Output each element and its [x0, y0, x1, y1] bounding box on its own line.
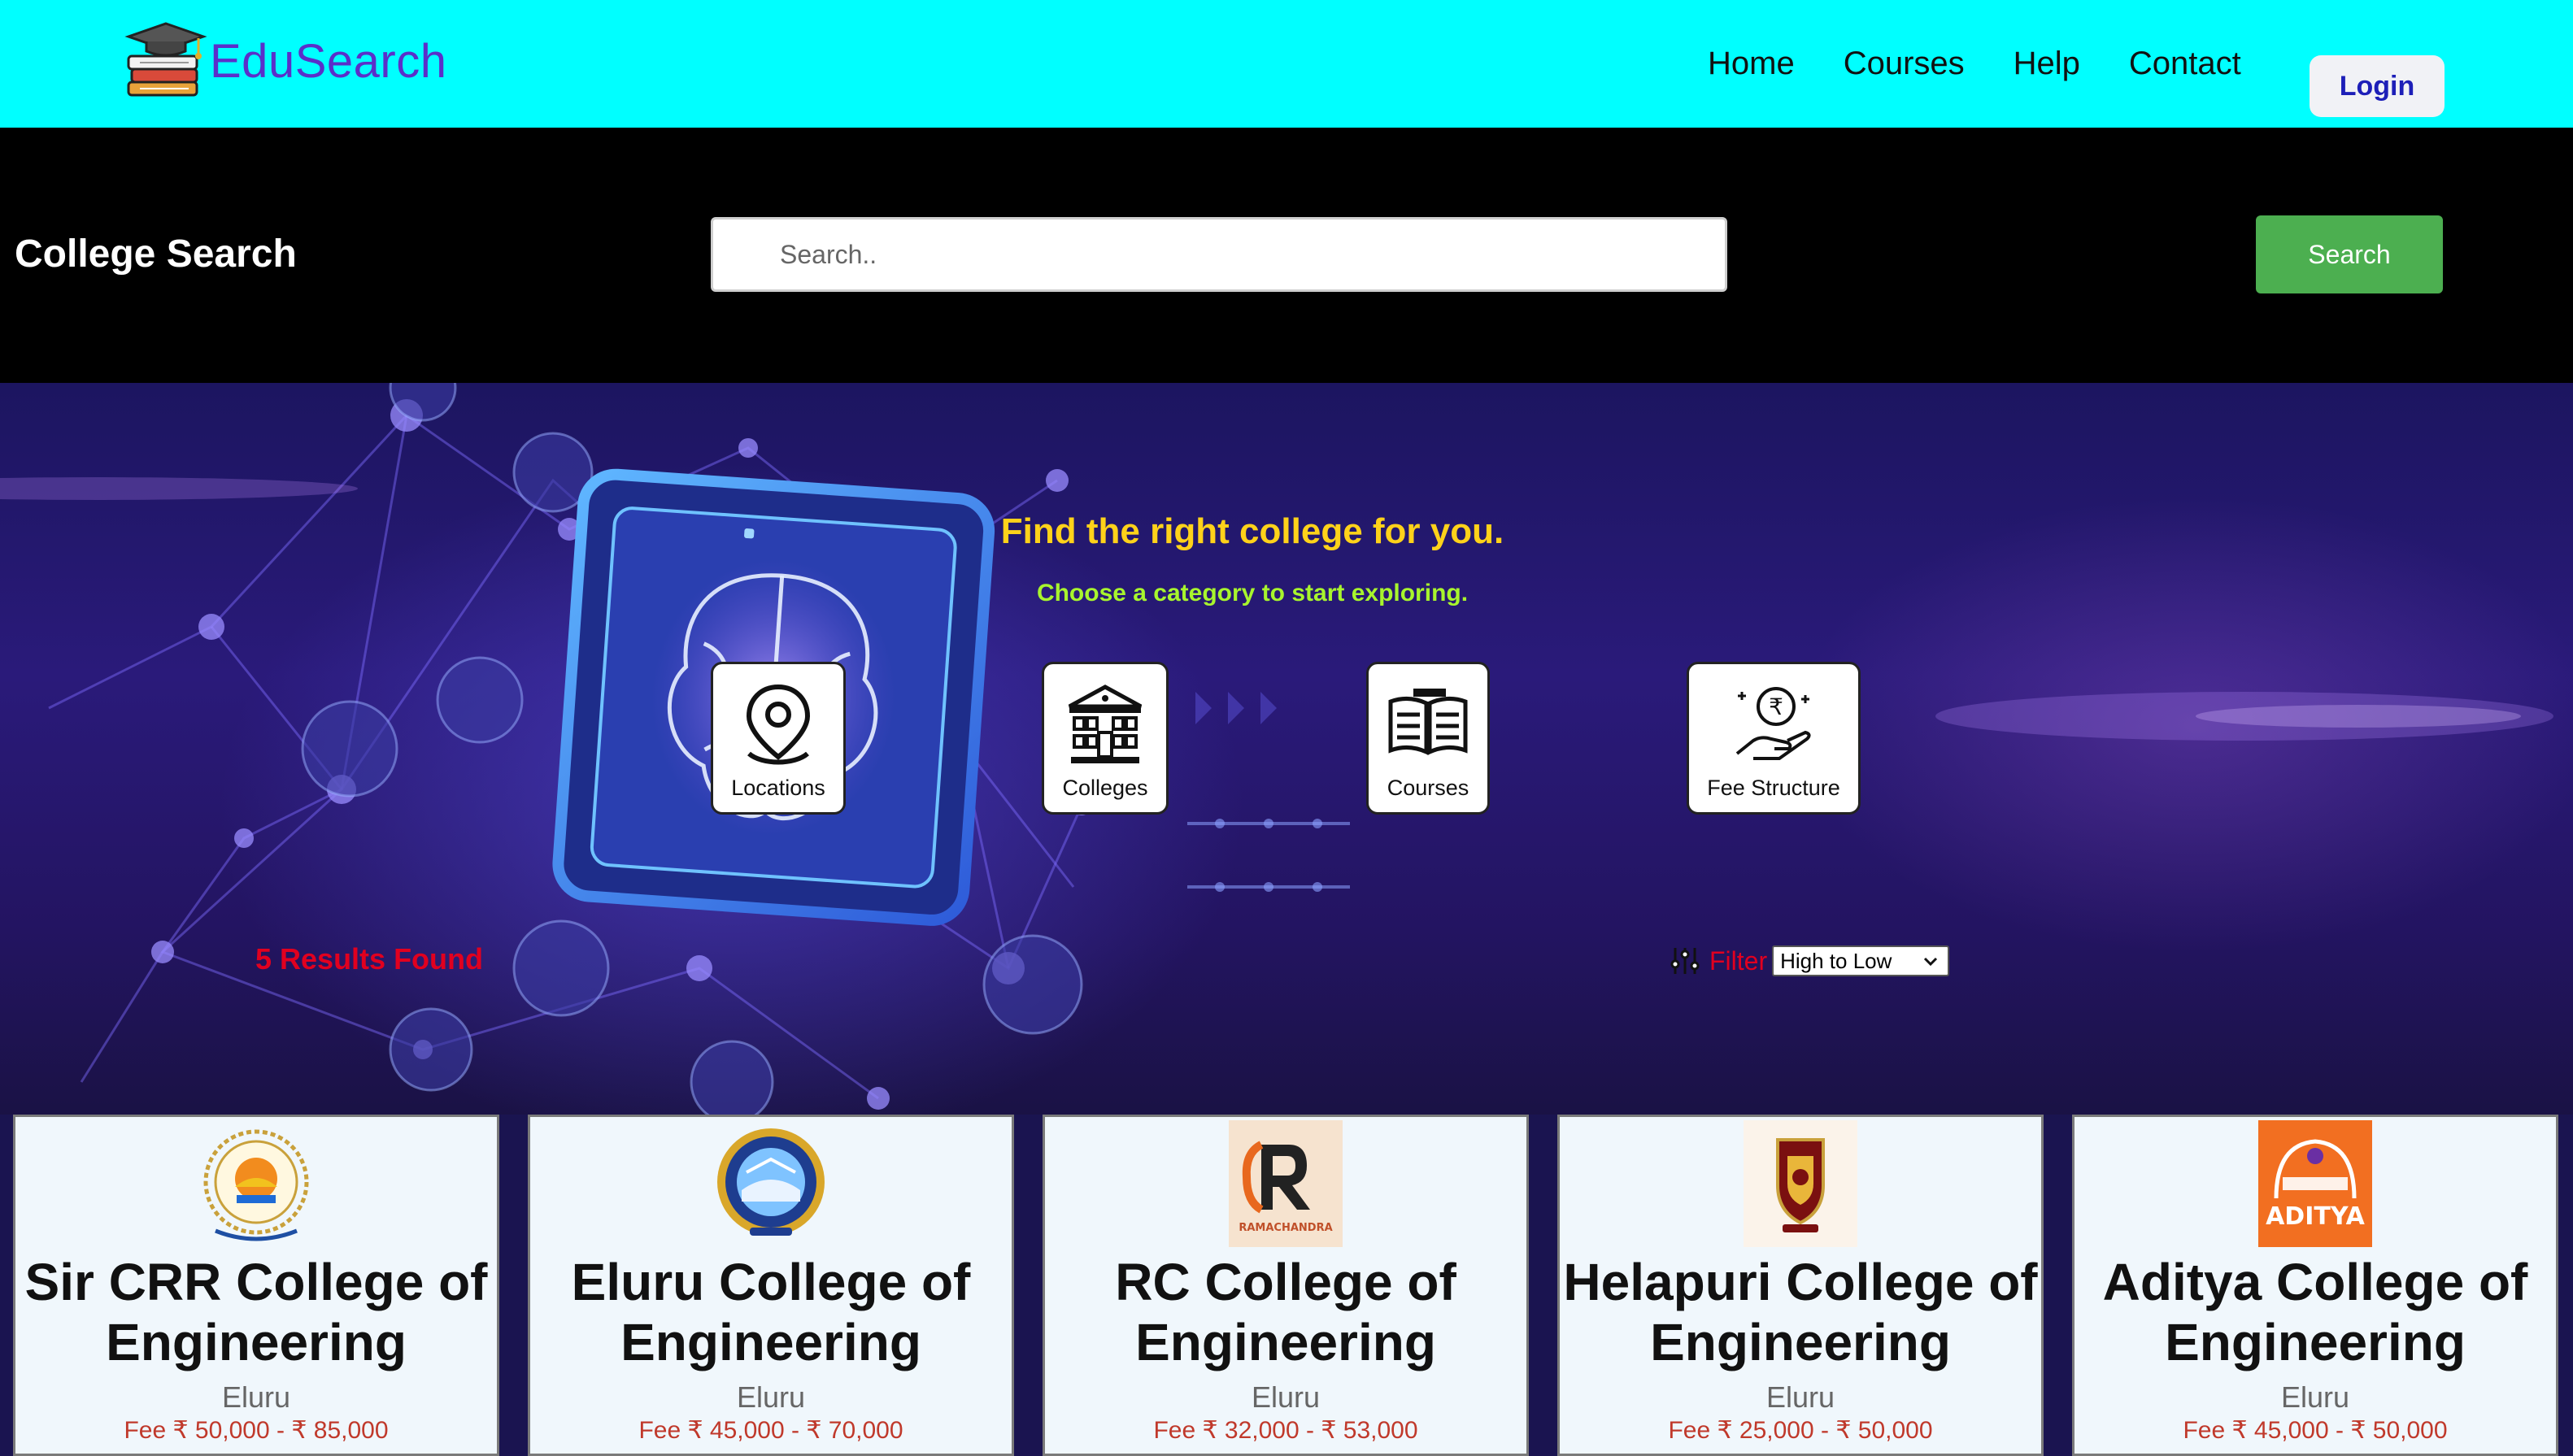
category-locations-label: Locations [731, 776, 825, 800]
category-courses-card[interactable]: Courses [1366, 662, 1490, 815]
search-title: College Search [15, 233, 297, 276]
college-city: Eluru [2280, 1380, 2350, 1414]
sort-order-select[interactable]: High to Low [1772, 945, 1950, 976]
college-city: Eluru [221, 1380, 291, 1414]
nav-contact-link[interactable]: Contact [2129, 46, 2241, 82]
top-navbar: EduSearch Home Courses Help Contact Logi… [0, 0, 2573, 128]
search-section: College Search Search [0, 128, 2573, 383]
college-card[interactable]: ADITYA Aditya College of Engineering Elu… [2072, 1115, 2558, 1456]
hero-title: Find the right college for you. [1000, 511, 1504, 551]
category-fee-structure-label: Fee Structure [1707, 776, 1840, 800]
category-colleges-label: Colleges [1062, 776, 1148, 800]
college-name: Helapuri College of Engineering [1563, 1253, 2038, 1371]
college-fee: Fee ₹ 25,000 - ₹ 50,000 [1668, 1417, 1933, 1444]
filter-label: Filter [1709, 945, 1768, 976]
college-name: RC College of Engineering [1115, 1253, 1456, 1371]
ramachandra-college-logo: RAMACHANDRA [1229, 1120, 1343, 1247]
category-courses-label: Courses [1387, 776, 1469, 800]
search-button[interactable]: Search [2256, 215, 2443, 293]
nav-help-link[interactable]: Help [2014, 46, 2080, 82]
nav-courses-link[interactable]: Courses [1844, 46, 1965, 82]
brand-name: EduSearch [210, 34, 447, 88]
hero-subtitle: Choose a category to start exploring. [1036, 580, 1469, 606]
graduation-books-icon [124, 22, 207, 97]
svg-text:₹: ₹ [1769, 693, 1783, 720]
college-card[interactable]: Helapuri College of Engineering Eluru Fe… [1557, 1115, 2044, 1456]
rupee-hand-icon: ₹ [1735, 687, 1811, 760]
college-city: Eluru [736, 1380, 806, 1414]
book-icon [1388, 689, 1468, 755]
college-card[interactable]: RAMACHANDRA RC College of Engineering El… [1043, 1115, 1529, 1456]
category-fee-structure-card[interactable]: ₹ Fee Structure [1687, 662, 1861, 815]
aditya-logo-text: ADITYA [2266, 1202, 2366, 1231]
college-fee: Fee ₹ 32,000 - ₹ 53,000 [1153, 1417, 1418, 1444]
college-fee: Fee ₹ 45,000 - ₹ 70,000 [638, 1417, 903, 1444]
category-colleges-card[interactable]: Colleges [1042, 662, 1169, 815]
college-city: Eluru [1765, 1380, 1835, 1414]
college-fee: Fee ₹ 50,000 - ₹ 85,000 [124, 1417, 389, 1444]
eluru-college-logo [717, 1128, 825, 1236]
college-name: Aditya College of Engineering [2102, 1253, 2528, 1371]
chevron-down-icon [1924, 957, 1938, 967]
aditya-college-logo: ADITYA [2258, 1120, 2372, 1247]
college-name: Sir CRR College of Engineering [24, 1253, 488, 1371]
sort-order-value: High to Low [1780, 948, 1892, 973]
filter-sliders-icon [1670, 948, 1700, 974]
ramachandra-logo-text: RAMACHANDRA [1239, 1222, 1332, 1234]
college-fee: Fee ₹ 45,000 - ₹ 50,000 [2183, 1417, 2448, 1444]
login-button[interactable]: Login [2310, 55, 2445, 117]
college-card[interactable]: Sir CRR College of Engineering Eluru Fee… [13, 1115, 499, 1456]
hero-banner: Find the right college for you. Choose a… [0, 383, 2573, 1115]
sir-crr-college-logo [203, 1129, 309, 1241]
search-input[interactable] [711, 217, 1727, 292]
results-count: 5 Results Found [255, 942, 484, 976]
nav-links: Home Courses Help Contact [1708, 0, 2290, 128]
college-building-icon [1068, 685, 1143, 763]
filter-control: Filter High to Low [1669, 945, 1950, 976]
helapuri-college-logo [1744, 1120, 1857, 1247]
hero-background-network-art [0, 383, 2553, 1115]
college-city: Eluru [1251, 1380, 1321, 1414]
brand-logo[interactable]: EduSearch [124, 16, 446, 106]
location-pin-icon [746, 684, 811, 765]
college-name: Eluru College of Engineering [571, 1253, 971, 1371]
category-locations-card[interactable]: Locations [711, 662, 846, 815]
nav-home-link[interactable]: Home [1708, 46, 1795, 82]
college-card[interactable]: Eluru College of Engineering Eluru Fee ₹… [528, 1115, 1014, 1456]
